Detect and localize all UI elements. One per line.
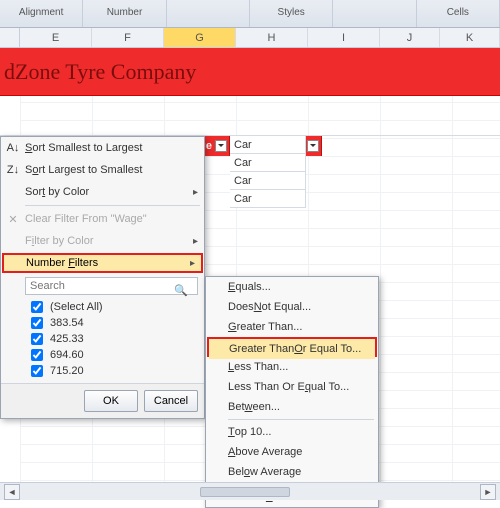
ribbon-group: Cells [417, 0, 500, 27]
scroll-right-icon[interactable]: ► [480, 484, 496, 500]
filter-between[interactable]: Between... [206, 397, 378, 417]
search-box[interactable]: 🔍 [25, 277, 198, 295]
sort-asc-icon: A↓ [5, 140, 21, 156]
check-item[interactable]: 694.60 [27, 347, 198, 363]
col-header-f[interactable]: F [92, 28, 164, 47]
col-header-e[interactable]: E [20, 28, 92, 47]
table-cell[interactable]: Car [230, 190, 306, 208]
filter-less[interactable]: Less Than... [206, 357, 378, 377]
number-filters[interactable]: Number Filters [4, 255, 201, 271]
table-cell[interactable]: Car [230, 136, 306, 154]
sort-by-color[interactable]: Sort by Color [1, 181, 204, 203]
filter-lte[interactable]: Less Than Or Equal To... [206, 377, 378, 397]
sort-asc[interactable]: A↓ Sort Smallest to Largest [1, 137, 204, 159]
funnel-clear-icon: ✕ [5, 211, 21, 227]
col-header-h[interactable]: H [236, 28, 308, 47]
col-header-g[interactable]: G [164, 28, 236, 47]
column-headers: E F G H I J K [0, 28, 500, 48]
table-cell[interactable]: Car [230, 154, 306, 172]
ribbon-group: Number [83, 0, 166, 27]
number-filters-submenu[interactable]: Equals... Does Not Equal... Greater Than… [205, 276, 379, 508]
table-cell[interactable]: Car [230, 172, 306, 190]
filter-gte-highlight: Greater Than Or Equal To... [207, 337, 377, 357]
filter-below-avg[interactable]: Below Average [206, 462, 378, 482]
ribbon-group: Alignment [0, 0, 83, 27]
filter-drop-icon[interactable] [307, 140, 319, 152]
select-all-cell[interactable] [0, 28, 20, 47]
check-item[interactable]: 383.54 [27, 315, 198, 331]
filter-by-color: Filter by Color [1, 230, 204, 252]
ribbon-group [167, 0, 250, 27]
transport-column: Car Car Car Car [230, 136, 306, 208]
col-header-k[interactable]: K [440, 28, 500, 47]
title-banner: dZone Tyre Company [0, 48, 500, 96]
col-header-i[interactable]: I [308, 28, 380, 47]
number-filters-highlight: Number Filters [2, 253, 203, 273]
filter-not-equal[interactable]: Does Not Equal... [206, 297, 378, 317]
filter-above-avg[interactable]: Above Average [206, 442, 378, 462]
scroll-left-icon[interactable]: ◄ [4, 484, 20, 500]
filter-top10[interactable]: Top 10... [206, 422, 378, 442]
filter-drop-icon[interactable] [215, 140, 227, 152]
col-header-j[interactable]: J [380, 28, 440, 47]
check-item[interactable]: 425.33 [27, 331, 198, 347]
company-title: dZone Tyre Company [4, 59, 196, 85]
check-select-all[interactable]: (Select All) [27, 299, 198, 315]
filter-gte[interactable]: Greater Than Or Equal To... [209, 339, 375, 359]
autofilter-menu[interactable]: A↓ Sort Smallest to Largest Z↓ Sort Larg… [0, 136, 205, 419]
ribbon-group: Styles [250, 0, 333, 27]
sort-desc-icon: Z↓ [5, 162, 21, 178]
filter-greater[interactable]: Greater Than... [206, 317, 378, 337]
sort-desc[interactable]: Z↓ Sort Largest to Smallest [1, 159, 204, 181]
check-item[interactable]: 715.20 [27, 363, 198, 379]
cancel-button[interactable]: Cancel [144, 390, 198, 412]
ok-button[interactable]: OK [84, 390, 138, 412]
search-input[interactable] [25, 277, 198, 295]
filter-checklist[interactable]: (Select All) 383.54 425.33 694.60 715.20 [27, 299, 198, 379]
clear-filter: ✕ Clear Filter From "Wage" [1, 208, 204, 230]
filter-equals[interactable]: Equals... [206, 277, 378, 297]
search-icon: 🔍 [174, 284, 188, 297]
scroll-thumb[interactable] [200, 487, 290, 497]
ribbon-group [333, 0, 416, 27]
ribbon-groups: Alignment Number Styles Cells [0, 0, 500, 28]
horizontal-scrollbar[interactable]: ◄ ► [0, 482, 500, 500]
